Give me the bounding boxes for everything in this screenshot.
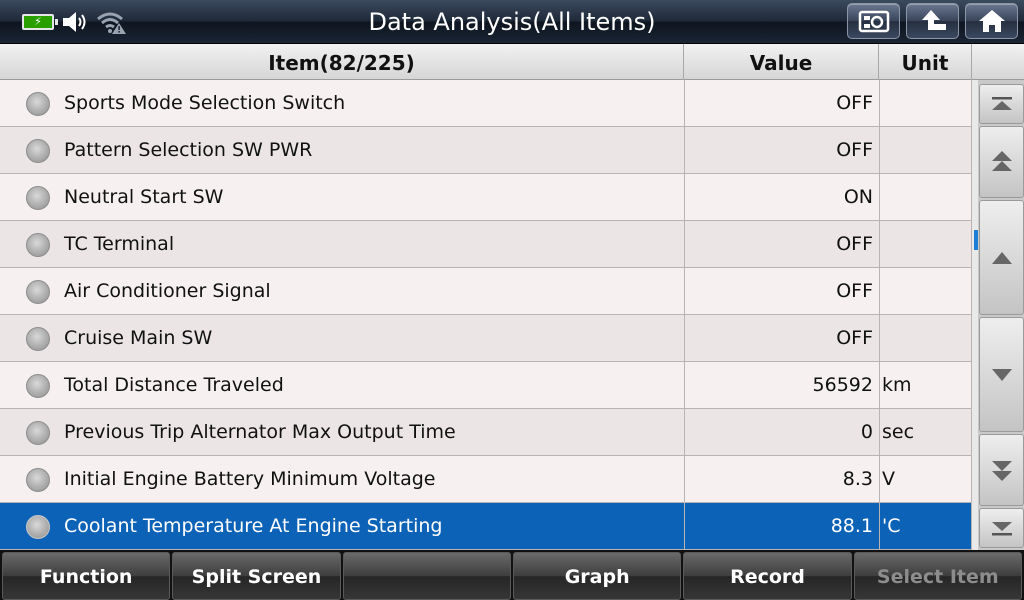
item-value: OFF bbox=[684, 221, 879, 267]
table-row[interactable]: Pattern Selection SW PWR OFF bbox=[0, 127, 972, 174]
table-row[interactable]: Neutral Start SW ON bbox=[0, 174, 972, 221]
item-name: Initial Engine Battery Minimum Voltage bbox=[64, 468, 436, 490]
table-row[interactable]: Sports Mode Selection Switch OFF bbox=[0, 80, 972, 127]
radio-button[interactable] bbox=[26, 233, 50, 257]
function-button[interactable]: Function bbox=[2, 552, 171, 600]
home-icon bbox=[978, 10, 1005, 32]
line-up-icon bbox=[991, 251, 1012, 264]
table-row[interactable]: Total Distance Traveled 56592 km bbox=[0, 362, 972, 409]
page-up-button[interactable] bbox=[979, 126, 1024, 198]
table-row[interactable]: Air Conditioner Signal OFF bbox=[0, 268, 972, 315]
table-row[interactable]: Cruise Main SW OFF bbox=[0, 315, 972, 362]
back-arrow-icon bbox=[921, 10, 946, 30]
page-down-icon bbox=[991, 461, 1012, 481]
split-screen-button[interactable]: Split Screen bbox=[172, 552, 341, 600]
data-table: Item(82/225) Value Unit Sports Mode Sele… bbox=[0, 44, 1024, 550]
item-unit bbox=[879, 268, 972, 314]
table-row[interactable]: Previous Trip Alternator Max Output Time… bbox=[0, 409, 972, 456]
item-unit bbox=[879, 80, 972, 126]
scroll-bottom-icon bbox=[991, 522, 1012, 536]
item-value: OFF bbox=[684, 315, 879, 361]
scroll-controls bbox=[972, 80, 1024, 550]
item-unit: sec bbox=[879, 409, 972, 455]
item-unit: 'C bbox=[879, 503, 972, 549]
back-button[interactable] bbox=[906, 3, 959, 39]
empty-button[interactable] bbox=[342, 552, 511, 600]
radio-button[interactable] bbox=[26, 374, 50, 398]
column-header-item[interactable]: Item(82/225) bbox=[0, 44, 684, 80]
graph-button[interactable]: Graph bbox=[512, 552, 682, 600]
item-name: Coolant Temperature At Engine Starting bbox=[64, 515, 443, 537]
title-bar: ⚡ Data Analysis(All Items) bbox=[0, 0, 1024, 44]
table-header: Item(82/225) Value Unit bbox=[0, 44, 1024, 80]
item-unit: km bbox=[879, 362, 972, 408]
table-row[interactable]: Initial Engine Battery Minimum Voltage 8… bbox=[0, 456, 972, 503]
item-unit: V bbox=[879, 456, 972, 502]
radio-button[interactable] bbox=[26, 139, 50, 163]
item-unit bbox=[879, 221, 972, 267]
radio-button[interactable] bbox=[26, 186, 50, 210]
line-down-icon bbox=[991, 368, 1012, 381]
page-up-icon bbox=[991, 151, 1012, 171]
scroll-top-button[interactable] bbox=[979, 84, 1024, 124]
column-header-value[interactable]: Value bbox=[684, 44, 879, 80]
column-header-blank bbox=[972, 44, 1024, 80]
page-down-button[interactable] bbox=[979, 434, 1024, 506]
item-value: OFF bbox=[684, 268, 879, 314]
item-name: Sports Mode Selection Switch bbox=[64, 92, 346, 114]
column-header-unit[interactable]: Unit bbox=[879, 44, 972, 80]
line-down-button[interactable] bbox=[979, 317, 1024, 432]
table-row-selected[interactable]: Coolant Temperature At Engine Starting 8… bbox=[0, 503, 972, 550]
item-value: 8.3 bbox=[684, 456, 879, 502]
radio-button[interactable] bbox=[26, 468, 50, 492]
item-value: OFF bbox=[684, 80, 879, 126]
item-value: 88.1 bbox=[684, 503, 879, 549]
item-unit bbox=[879, 127, 972, 173]
scrollbar-thumb[interactable] bbox=[974, 230, 978, 250]
table-row[interactable]: TC Terminal OFF bbox=[0, 221, 972, 268]
item-name: Previous Trip Alternator Max Output Time bbox=[64, 421, 456, 443]
item-name: Neutral Start SW bbox=[64, 186, 224, 208]
radio-button[interactable] bbox=[26, 92, 50, 116]
item-value: 0 bbox=[684, 409, 879, 455]
radio-button[interactable] bbox=[26, 280, 50, 304]
item-name: Total Distance Traveled bbox=[64, 374, 284, 396]
item-value: OFF bbox=[684, 127, 879, 173]
home-button[interactable] bbox=[965, 3, 1018, 39]
camera-icon bbox=[858, 10, 889, 33]
item-name: Cruise Main SW bbox=[64, 327, 213, 349]
line-up-button[interactable] bbox=[979, 200, 1024, 315]
screenshot-button[interactable] bbox=[847, 3, 900, 39]
scroll-bottom-button[interactable] bbox=[979, 508, 1024, 548]
titlebar-buttons bbox=[847, 3, 1018, 39]
item-name: Air Conditioner Signal bbox=[64, 280, 271, 302]
item-name: TC Terminal bbox=[64, 233, 175, 255]
item-value: ON bbox=[684, 174, 879, 220]
radio-button[interactable] bbox=[26, 515, 50, 539]
scroll-top-icon bbox=[991, 97, 1012, 110]
item-name: Pattern Selection SW PWR bbox=[64, 139, 313, 161]
bottom-toolbar: Function Split Screen Graph Record Selec… bbox=[0, 550, 1024, 600]
record-button[interactable]: Record bbox=[683, 552, 852, 600]
item-unit bbox=[879, 315, 972, 361]
table-rows: Sports Mode Selection Switch OFF Pattern… bbox=[0, 80, 972, 550]
radio-button[interactable] bbox=[26, 327, 50, 351]
item-unit bbox=[879, 174, 972, 220]
select-item-button[interactable]: Select Item bbox=[853, 552, 1022, 600]
scrollbar-track[interactable] bbox=[972, 80, 978, 550]
radio-button[interactable] bbox=[26, 421, 50, 445]
item-value: 56592 bbox=[684, 362, 879, 408]
